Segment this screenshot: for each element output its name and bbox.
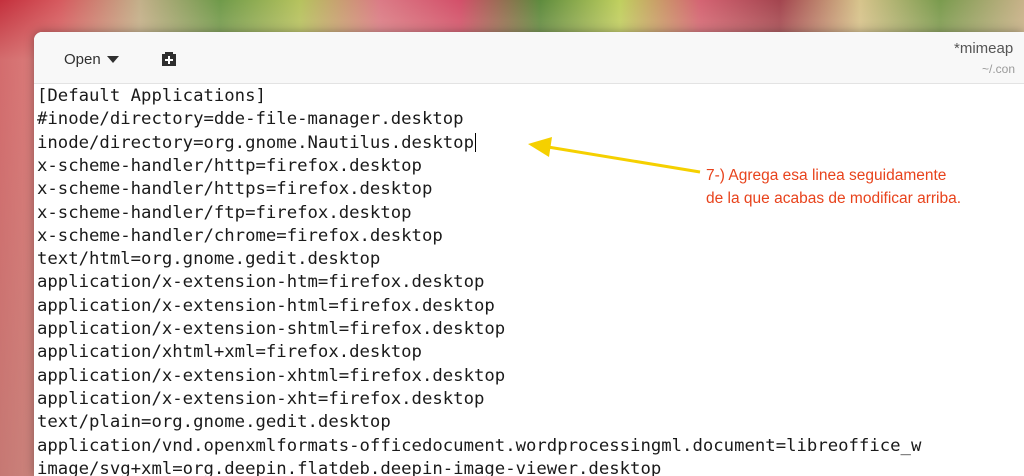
- editor-line: x-scheme-handler/https=firefox.desktop: [37, 179, 433, 200]
- editor-line: application/x-extension-shtml=firefox.de…: [37, 319, 506, 339]
- open-button-label: Open: [64, 50, 101, 68]
- editor-line: text/html=org.gnome.gedit.desktop: [37, 249, 381, 270]
- editor-line-text: inode/directory=org.gnome.Nautilus.deskt…: [37, 132, 474, 153]
- annotation-line-2: de la que acabas de modificar arriba.: [706, 190, 962, 207]
- editor-line-current: inode/directory=org.gnome.Nautilus.deskt…: [37, 132, 476, 155]
- editor-line: application/x-extension-xht=firefox.desk…: [37, 388, 485, 409]
- editor-line: application/x-extension-htm=firefox.desk…: [37, 272, 485, 293]
- annotation-line-1: 7-) Agrega esa linea seguidamente: [706, 167, 947, 184]
- editor-line: application/vnd.openxmlformats-officedoc…: [37, 435, 922, 456]
- chevron-down-icon: [106, 55, 119, 63]
- new-document-button[interactable]: [158, 48, 180, 70]
- title-bar: Open *mimeap ~/.con: [34, 32, 1024, 84]
- annotation-text: 7-) Agrega esa linea seguidamente de la …: [706, 164, 1024, 210]
- editor-line: x-scheme-handler/ftp=firefox.desktop: [37, 202, 412, 223]
- text-editor-area[interactable]: [Default Applications] #inode/directory=…: [34, 85, 1024, 476]
- new-document-icon: [162, 52, 176, 66]
- editor-line: #inode/directory=dde-file-manager.deskto…: [37, 109, 464, 130]
- editor-line: x-scheme-handler/http=firefox.desktop: [37, 155, 422, 176]
- editor-line: application/x-extension-xhtml=firefox.de…: [37, 365, 506, 386]
- text-editor-window: Open *mimeap ~/.con [Default Application…: [34, 32, 1024, 476]
- editor-line: text/plain=org.gnome.gedit.desktop: [37, 412, 391, 433]
- window-title: *mimeap: [954, 40, 1014, 57]
- editor-line: x-scheme-handler/chrome=firefox.desktop: [37, 225, 443, 246]
- editor-line: application/x-extension-html=firefox.des…: [37, 295, 495, 316]
- window-subtitle: ~/.con: [982, 62, 1016, 76]
- text-cursor: [474, 133, 476, 153]
- editor-line: application/xhtml+xml=firefox.desktop: [37, 342, 422, 363]
- editor-line: [Default Applications]: [37, 86, 266, 106]
- editor-line: image/svg+xml=org.deepin.flatdeb.deepin-…: [37, 458, 662, 476]
- open-button[interactable]: Open: [56, 46, 127, 72]
